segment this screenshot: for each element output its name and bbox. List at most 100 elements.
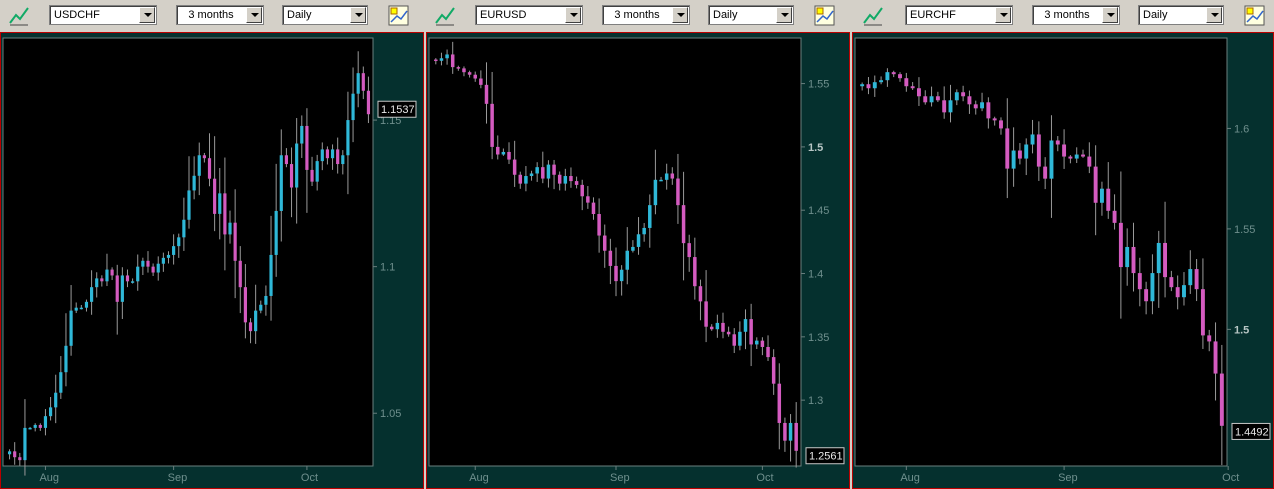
candle-body [749,319,753,345]
candle-body [1005,128,1010,169]
candle-body [43,416,48,428]
interval-select[interactable]: Daily [282,5,368,25]
plot-area [2,37,374,467]
candle-body [1055,140,1060,145]
y-tick-label: 1.45 [808,205,829,217]
panel-toolbar: EURUSD 3 months Daily [426,0,850,32]
symbol-select[interactable]: EURCHF [905,5,1013,25]
dropdown-arrow-icon[interactable] [776,7,792,23]
candle-body [218,193,222,214]
dropdown-arrow-icon[interactable] [139,7,155,23]
candle-body [1043,166,1048,179]
y-tick-label: 1.5 [1234,324,1249,336]
chart-settings-icon[interactable] [1244,5,1266,27]
candle-body [1219,373,1224,426]
chart-settings-icon[interactable] [388,5,410,27]
candle-body [961,92,966,97]
y-tick-label: 1.35 [808,332,829,344]
candle-body [891,72,896,75]
y-tick-label: 1.4 [808,269,823,281]
candle-body [794,422,798,451]
candle-body [279,155,283,211]
y-tick-label: 1.55 [808,79,829,91]
candle-body [1150,273,1155,302]
candle-body [84,301,89,308]
x-tick-label: Aug [469,472,489,484]
candle-body [986,102,991,119]
candle-body [23,427,27,461]
candle-body [74,307,78,311]
candlestick-chart[interactable]: 1.3 1.35 1.4 1.45 1.55 1.5 Aug Sep Oct 1.2561 [427,33,849,488]
symbol-select[interactable]: USDCHF [49,5,157,25]
last-price-label: 1.1537 [381,104,415,116]
candle-body [289,164,294,188]
candle-body [90,287,94,302]
dropdown-arrow-icon[interactable] [565,7,581,23]
candle-body [625,250,630,270]
chart-settings-icon[interactable] [814,5,836,27]
candle-body [518,174,523,184]
candle-body [120,275,124,302]
candle-body [13,451,17,458]
interval-select[interactable]: Daily [1138,5,1224,25]
candle-body [166,254,171,258]
candle-body [141,260,145,267]
candle-body [361,73,365,91]
candle-body [788,422,793,441]
candle-body [325,149,330,159]
candle-body [529,173,534,177]
chart-area[interactable]: 1.05 1.1 1.15 Aug Sep Oct 1.1537 [0,32,424,489]
chart-area[interactable]: 1.55 1.6 1.5 Aug Sep Oct 1.4492 [852,32,1274,489]
range-select[interactable]: 3 months [1032,5,1120,25]
candle-body [473,74,477,79]
dropdown-arrow-icon[interactable] [1206,7,1222,23]
candle-body [1093,166,1098,203]
chart-area[interactable]: 1.3 1.35 1.4 1.45 1.55 1.5 Aug Sep Oct 1.2561 [426,32,850,489]
candle-body [248,322,253,332]
candle-body [1207,335,1212,342]
candle-body [980,102,985,109]
range-select[interactable]: 3 months [602,5,690,25]
dropdown-arrow-icon[interactable] [672,7,688,23]
candle-body [642,227,646,235]
symbol-select[interactable]: EURUSD [475,5,583,25]
dropdown-arrow-icon[interactable] [1102,7,1118,23]
trend-tool-icon[interactable] [862,5,884,27]
candlestick-chart[interactable]: 1.051.11.15Aug Sep Oct1.1537 [1,33,423,488]
candle-body [439,58,444,61]
candle-body [1182,285,1186,298]
candle-body [681,205,686,244]
trend-tool-icon[interactable] [434,5,456,27]
candle-body [648,205,652,228]
dropdown-arrow-icon[interactable] [246,7,262,23]
candle-body [336,149,340,165]
candle-body [33,424,37,428]
candle-body [445,54,449,59]
candle-body [100,278,104,282]
candle-body [1156,242,1161,274]
candle-body [659,179,663,182]
candle-body [315,161,319,182]
candle-body [356,73,360,94]
candle-body [676,178,680,206]
candle-body [687,243,691,258]
candle-body [156,263,160,273]
candle-body [866,84,871,89]
range-select[interactable]: 3 months [176,5,264,25]
candle-body [872,82,877,89]
candle-body [18,457,22,461]
candle-body [501,151,506,155]
candle-body [777,383,782,423]
dropdown-arrow-icon[interactable] [995,7,1011,23]
candle-body [580,184,584,197]
candle-body [490,103,494,147]
candle-body [721,322,725,332]
candlestick-chart[interactable]: 1.55 1.6 1.5 Aug Sep Oct 1.4492 [853,33,1273,488]
chart-panel-eurusd: EURUSD 3 months Daily 1.3 1.35 1.4 1.45 1.55… [426,0,850,489]
dropdown-arrow-icon[interactable] [350,7,366,23]
trend-tool-icon[interactable] [8,5,30,27]
candle-body [28,427,32,430]
panel-toolbar: USDCHF 3 months Daily [0,0,424,32]
candle-body [105,269,109,282]
interval-select[interactable]: Daily [708,5,794,25]
